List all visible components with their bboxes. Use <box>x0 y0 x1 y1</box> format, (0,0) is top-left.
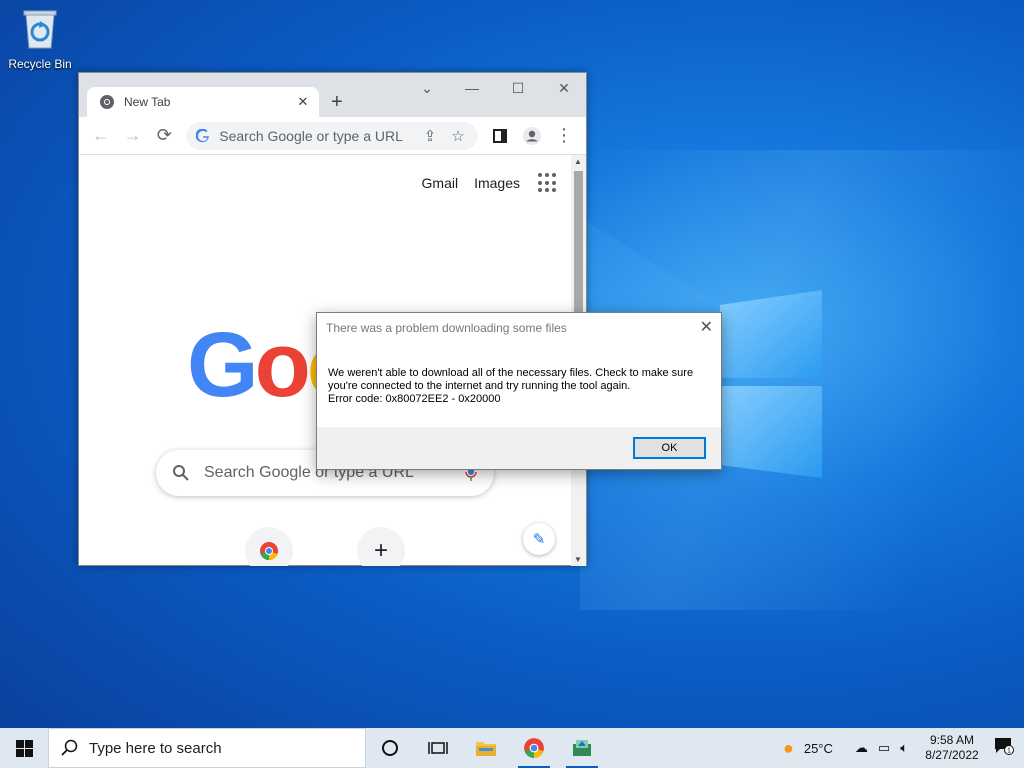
notification-center-icon[interactable]: 1 <box>984 737 1024 760</box>
google-links: Gmail Images <box>406 173 558 193</box>
maximize-button[interactable]: ☐ <box>495 77 541 99</box>
dialog-message: We weren't able to download all of the n… <box>328 367 694 405</box>
scroll-up-arrow-icon[interactable]: ▲ <box>574 157 582 166</box>
recycle-bin-icon <box>23 10 57 49</box>
share-icon[interactable]: ⇪ <box>416 127 444 145</box>
dialog-footer: OK <box>317 427 721 469</box>
scroll-down-arrow-icon[interactable]: ▼ <box>574 555 582 564</box>
cortana-icon[interactable] <box>366 728 414 768</box>
dialog-close-button[interactable]: ✕ <box>700 317 713 337</box>
tab-search-icon[interactable]: ⌄ <box>404 77 450 99</box>
add-shortcut-button[interactable]: + <box>357 527 405 566</box>
shortcut-chrome-web-store[interactable] <box>245 527 293 566</box>
system-tray: ● 25°C ☁ ▭ 🔈︎ 9:58 AM 8/27/2022 1 <box>773 728 1024 768</box>
tab-new-tab[interactable]: New Tab ✕ <box>87 87 319 117</box>
tab-title: New Tab <box>124 95 171 109</box>
google-apps-icon[interactable] <box>538 173 558 193</box>
ok-button[interactable]: OK <box>633 437 706 459</box>
new-tab-button[interactable]: + <box>331 92 343 112</box>
images-link[interactable]: Images <box>474 175 520 191</box>
minimize-button[interactable]: — <box>449 77 495 99</box>
temperature-label[interactable]: 25°C <box>804 741 833 756</box>
address-bar-placeholder: Search Google or type a URL <box>219 127 403 144</box>
clock-date: 8/27/2022 <box>925 748 979 762</box>
taskbar-search-box[interactable]: Type here to search <box>48 728 366 768</box>
onedrive-icon[interactable]: ☁ <box>855 740 868 756</box>
task-view-icon[interactable] <box>414 728 462 768</box>
browser-toolbar: ← → ⟳ Search Google or type a URL ⇪ ☆ ⋮ <box>79 117 586 155</box>
taskbar-search-icon <box>61 739 78 756</box>
file-explorer-icon[interactable] <box>462 728 510 768</box>
customize-pencil-icon[interactable]: ✎ <box>523 523 555 555</box>
back-button[interactable]: ← <box>85 120 117 152</box>
clock-time: 9:58 AM <box>929 733 975 747</box>
svg-text:1: 1 <box>1007 747 1011 754</box>
windows-start-icon <box>15 739 33 757</box>
dialog-title: There was a problem downloading some fil… <box>326 321 567 335</box>
volume-icon[interactable]: 🔈︎ <box>900 740 908 756</box>
search-icon <box>173 465 189 481</box>
google-g-icon <box>196 128 210 142</box>
chrome-icon <box>260 542 278 560</box>
profile-avatar-icon[interactable] <box>516 120 548 152</box>
recycle-bin-label: Recycle Bin <box>8 57 72 71</box>
reload-button[interactable]: ⟳ <box>149 120 181 152</box>
side-panel-icon[interactable] <box>484 120 516 152</box>
address-bar[interactable]: Search Google or type a URL ⇪ ☆ <box>186 121 479 150</box>
menu-kebab-icon[interactable]: ⋮ <box>548 120 580 152</box>
close-window-button[interactable]: ✕ <box>541 77 587 99</box>
gmail-link[interactable]: Gmail <box>422 175 459 191</box>
media-creation-tool-icon[interactable] <box>558 728 606 768</box>
clock[interactable]: 9:58 AM 8/27/2022 <box>920 733 984 763</box>
network-icon[interactable]: ▭ <box>878 740 890 756</box>
taskbar-search-placeholder: Type here to search <box>89 739 222 757</box>
tab-close-icon[interactable]: ✕ <box>295 94 311 110</box>
taskbar: Type here to search ● 25°C ☁ ▭ 🔈︎ 9:58 A… <box>0 728 1024 768</box>
download-error-dialog: There was a problem downloading some fil… <box>316 312 722 470</box>
weather-sun-icon[interactable]: ● <box>783 738 794 759</box>
chrome-favicon-icon <box>100 95 114 109</box>
tab-strip: New Tab ✕ + ⌄ — ☐ ✕ <box>79 73 586 117</box>
bookmark-star-icon[interactable]: ☆ <box>444 127 472 145</box>
scrollbar-thumb[interactable] <box>574 171 583 321</box>
start-button[interactable] <box>0 728 48 768</box>
forward-button[interactable]: → <box>117 120 149 152</box>
chrome-taskbar-icon[interactable] <box>510 728 558 768</box>
recycle-bin-shortcut[interactable]: Recycle Bin <box>2 4 78 76</box>
